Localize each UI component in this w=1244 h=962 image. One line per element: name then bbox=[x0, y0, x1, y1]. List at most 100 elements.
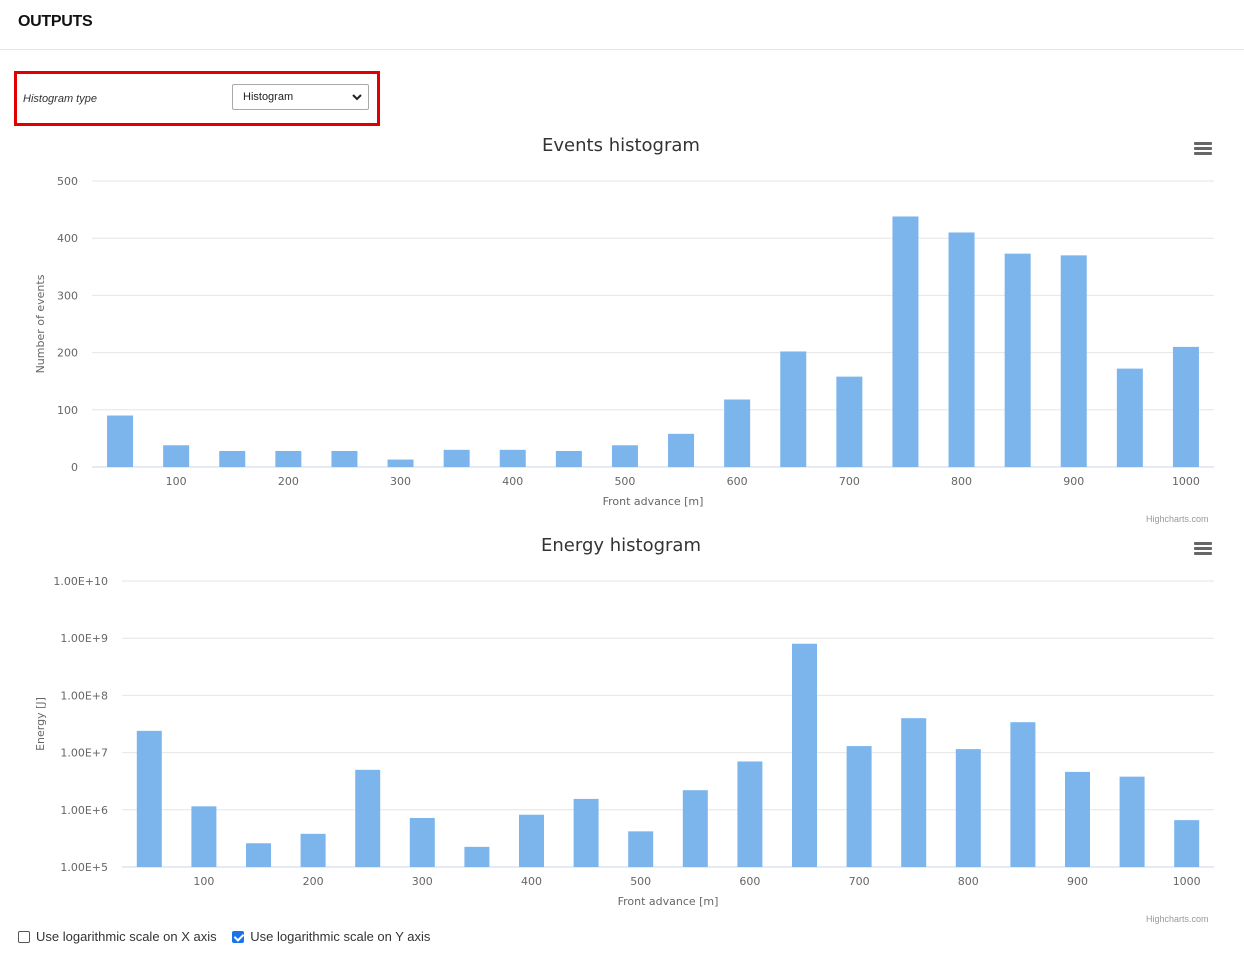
histogram-bar bbox=[948, 232, 975, 467]
x-tick-label: 100 bbox=[166, 475, 187, 488]
histogram-bar bbox=[955, 749, 981, 867]
histogram-bar bbox=[737, 761, 763, 867]
histogram-bar bbox=[355, 769, 381, 867]
histogram-type-label: Histogram type bbox=[23, 93, 97, 105]
histogram-bar bbox=[443, 449, 470, 467]
histogram-bar bbox=[1065, 771, 1090, 867]
y-tick-label: 500 bbox=[57, 175, 78, 188]
log-x-label: Use logarithmic scale on X axis bbox=[36, 929, 217, 944]
x-tick-label: 500 bbox=[630, 875, 651, 888]
y-axis-title: Number of events bbox=[34, 274, 47, 373]
histogram-bar bbox=[682, 790, 708, 867]
histogram-bar bbox=[409, 817, 435, 867]
x-tick-label: 400 bbox=[502, 475, 523, 488]
histogram-type-value: Histogram bbox=[243, 91, 294, 103]
x-tick-label: 200 bbox=[278, 475, 299, 488]
chart-credits[interactable]: Highcharts.com bbox=[1146, 514, 1209, 524]
y-tick-label: 100 bbox=[57, 404, 78, 417]
histogram-bar bbox=[387, 459, 414, 467]
y-tick-label: 1.00E+5 bbox=[60, 861, 108, 874]
chart-credits[interactable]: Highcharts.com bbox=[1146, 914, 1209, 924]
x-tick-label: 600 bbox=[739, 875, 760, 888]
events-histogram-chart: Events histogram 0 100 200 300 400 500 100 200 30… bbox=[0, 126, 1244, 526]
histogram-bar bbox=[668, 433, 695, 467]
x-tick-label: 700 bbox=[839, 475, 860, 488]
histogram-bar bbox=[219, 450, 246, 467]
histogram-bar bbox=[1004, 253, 1031, 467]
histogram-bar bbox=[191, 806, 217, 867]
histogram-bar bbox=[246, 843, 271, 867]
page-title: OUTPUTS bbox=[18, 13, 93, 30]
y-tick-label: 1.00E+10 bbox=[53, 575, 108, 588]
histogram-bar bbox=[1010, 722, 1036, 867]
log-y-option[interactable]: Use logarithmic scale on Y axis bbox=[232, 929, 430, 944]
chevron-down-icon bbox=[352, 94, 362, 101]
histogram-type-panel: Histogram type Histogram bbox=[14, 71, 380, 126]
histogram-bar bbox=[136, 730, 162, 867]
x-axis-title: Front advance [m] bbox=[603, 495, 704, 508]
scale-options: Use logarithmic scale on X axis Use loga… bbox=[18, 929, 442, 946]
y-tick-label: 300 bbox=[57, 289, 78, 302]
x-tick-label: 500 bbox=[614, 475, 635, 488]
histogram-bar bbox=[1060, 255, 1087, 467]
y-tick-label: 1.00E+7 bbox=[60, 747, 108, 760]
y-tick-label: 400 bbox=[57, 232, 78, 245]
y-tick-label: 1.00E+8 bbox=[60, 689, 108, 702]
x-tick-label: 100 bbox=[193, 875, 214, 888]
histogram-bar bbox=[555, 450, 582, 467]
histogram-bar bbox=[792, 643, 817, 867]
histogram-bar bbox=[331, 450, 358, 467]
energy-histogram-chart: Energy histogram 1.00E+5 1.00E+6 1.00E+7 1.0… bbox=[0, 526, 1244, 926]
histogram-bar bbox=[275, 450, 302, 467]
x-tick-label: 1000 bbox=[1173, 875, 1201, 888]
histogram-bar bbox=[464, 846, 490, 867]
histogram-bar bbox=[1172, 346, 1199, 467]
histogram-bar bbox=[519, 814, 544, 867]
y-tick-label: 1.00E+6 bbox=[60, 804, 108, 817]
histogram-bar bbox=[892, 216, 919, 467]
x-tick-label: 1000 bbox=[1172, 475, 1200, 488]
chart-title: Events histogram bbox=[542, 135, 700, 156]
histogram-bar bbox=[1119, 776, 1145, 867]
histogram-bar bbox=[611, 445, 638, 467]
y-tick-label: 0 bbox=[71, 461, 78, 474]
x-tick-label: 700 bbox=[849, 875, 870, 888]
x-tick-label: 900 bbox=[1063, 475, 1084, 488]
chart-menu-icon[interactable] bbox=[1194, 142, 1212, 156]
energy-histogram-svg: Energy histogram 1.00E+5 1.00E+6 1.00E+7 1.0… bbox=[34, 535, 1214, 908]
y-tick-label: 200 bbox=[57, 347, 78, 360]
histogram-bar bbox=[846, 746, 872, 867]
log-x-checkbox[interactable] bbox=[18, 930, 30, 943]
histogram-bar bbox=[836, 376, 863, 467]
y-axis-title: Energy [J] bbox=[34, 697, 47, 751]
x-tick-label: 600 bbox=[727, 475, 748, 488]
histogram-bar bbox=[573, 798, 599, 867]
histogram-bar bbox=[780, 351, 807, 467]
log-y-label: Use logarithmic scale on Y axis bbox=[250, 929, 431, 944]
chart-menu-icon[interactable] bbox=[1194, 542, 1212, 556]
outputs-header: OUTPUTS bbox=[0, 0, 1244, 50]
y-tick-label: 1.00E+9 bbox=[60, 632, 108, 645]
x-tick-label: 400 bbox=[521, 875, 542, 888]
events-histogram-svg: Events histogram 0 100 200 300 400 500 100 200 30… bbox=[34, 135, 1214, 508]
histogram-bar bbox=[300, 833, 326, 867]
x-tick-label: 800 bbox=[958, 875, 979, 888]
x-tick-label: 800 bbox=[951, 475, 972, 488]
histogram-bar bbox=[499, 449, 526, 467]
x-axis-title: Front advance [m] bbox=[618, 895, 719, 908]
x-tick-label: 300 bbox=[390, 475, 411, 488]
histogram-bar bbox=[1174, 820, 1200, 867]
log-y-checkbox[interactable] bbox=[232, 930, 245, 943]
histogram-bar bbox=[901, 718, 927, 867]
x-tick-label: 300 bbox=[412, 875, 433, 888]
chart-title: Energy histogram bbox=[541, 535, 701, 556]
x-tick-label: 200 bbox=[303, 875, 324, 888]
histogram-bar bbox=[628, 831, 654, 867]
x-tick-label: 900 bbox=[1067, 875, 1088, 888]
histogram-bar bbox=[163, 445, 190, 467]
log-x-option[interactable]: Use logarithmic scale on X axis bbox=[18, 929, 217, 944]
histogram-bar bbox=[107, 415, 134, 467]
histogram-type-select[interactable]: Histogram bbox=[232, 84, 369, 110]
histogram-bar bbox=[724, 399, 751, 467]
histogram-bar bbox=[1116, 368, 1143, 467]
